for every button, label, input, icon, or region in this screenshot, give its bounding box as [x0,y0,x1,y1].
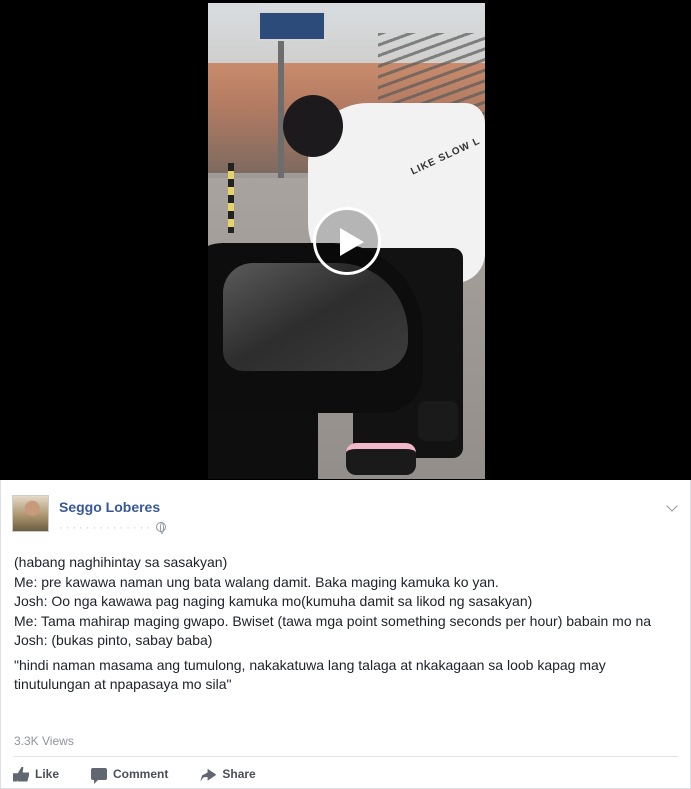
action-bar: Like Comment Share [13,764,288,784]
chevron-down-icon[interactable] [666,500,678,512]
comment-icon [91,768,108,784]
comment-button[interactable]: Comment [91,767,169,784]
post-line: Me: pre kawawa naman ung bata walang dam… [14,573,499,590]
share-icon [200,768,217,782]
post-line: Josh: (bukas pinto, sabay baba) [14,632,213,648]
post-text: (habang naghihintay sa sasakyan) Me: pre… [14,553,679,695]
play-button[interactable] [313,207,381,275]
post-line: Me: Tama mahirap maging gwapo. Bwiset (t… [14,612,652,629]
author-name[interactable]: Seggo Loberes [59,499,160,515]
divider [13,756,678,757]
share-label: Share [222,767,256,781]
slipper-left [346,443,416,475]
side-mirror-glass [223,263,408,371]
post-quote: "hindi naman masama ang tumulong, nakaka… [14,656,606,693]
globe-icon [156,522,167,534]
sign-pole [278,41,284,191]
like-button[interactable]: Like [13,766,60,782]
person-head [283,95,343,157]
slipper-right [418,401,458,441]
post-line: Josh: Oo nga kawawa pag naging kamuka mo… [14,593,533,609]
like-label: Like [35,767,60,781]
curb-post [228,163,234,233]
building-sign [258,11,326,41]
video-player[interactable]: LIKE SLOW L [0,0,691,480]
view-count: 3.3K Views [14,734,74,748]
post-line: (habang naghihintay sa sasakyan) [14,554,228,570]
thumbs-up-icon [13,766,29,782]
share-button[interactable]: Share [200,767,256,782]
avatar[interactable] [12,495,49,532]
timestamp-blurred[interactable]: · · · · · · · · · · · · · · [59,522,150,534]
post-meta: · · · · · · · · · · · · · · [59,522,167,534]
post-card: Seggo Loberes · · · · · · · · · · · · · … [0,480,691,789]
comment-label: Comment [113,767,169,781]
